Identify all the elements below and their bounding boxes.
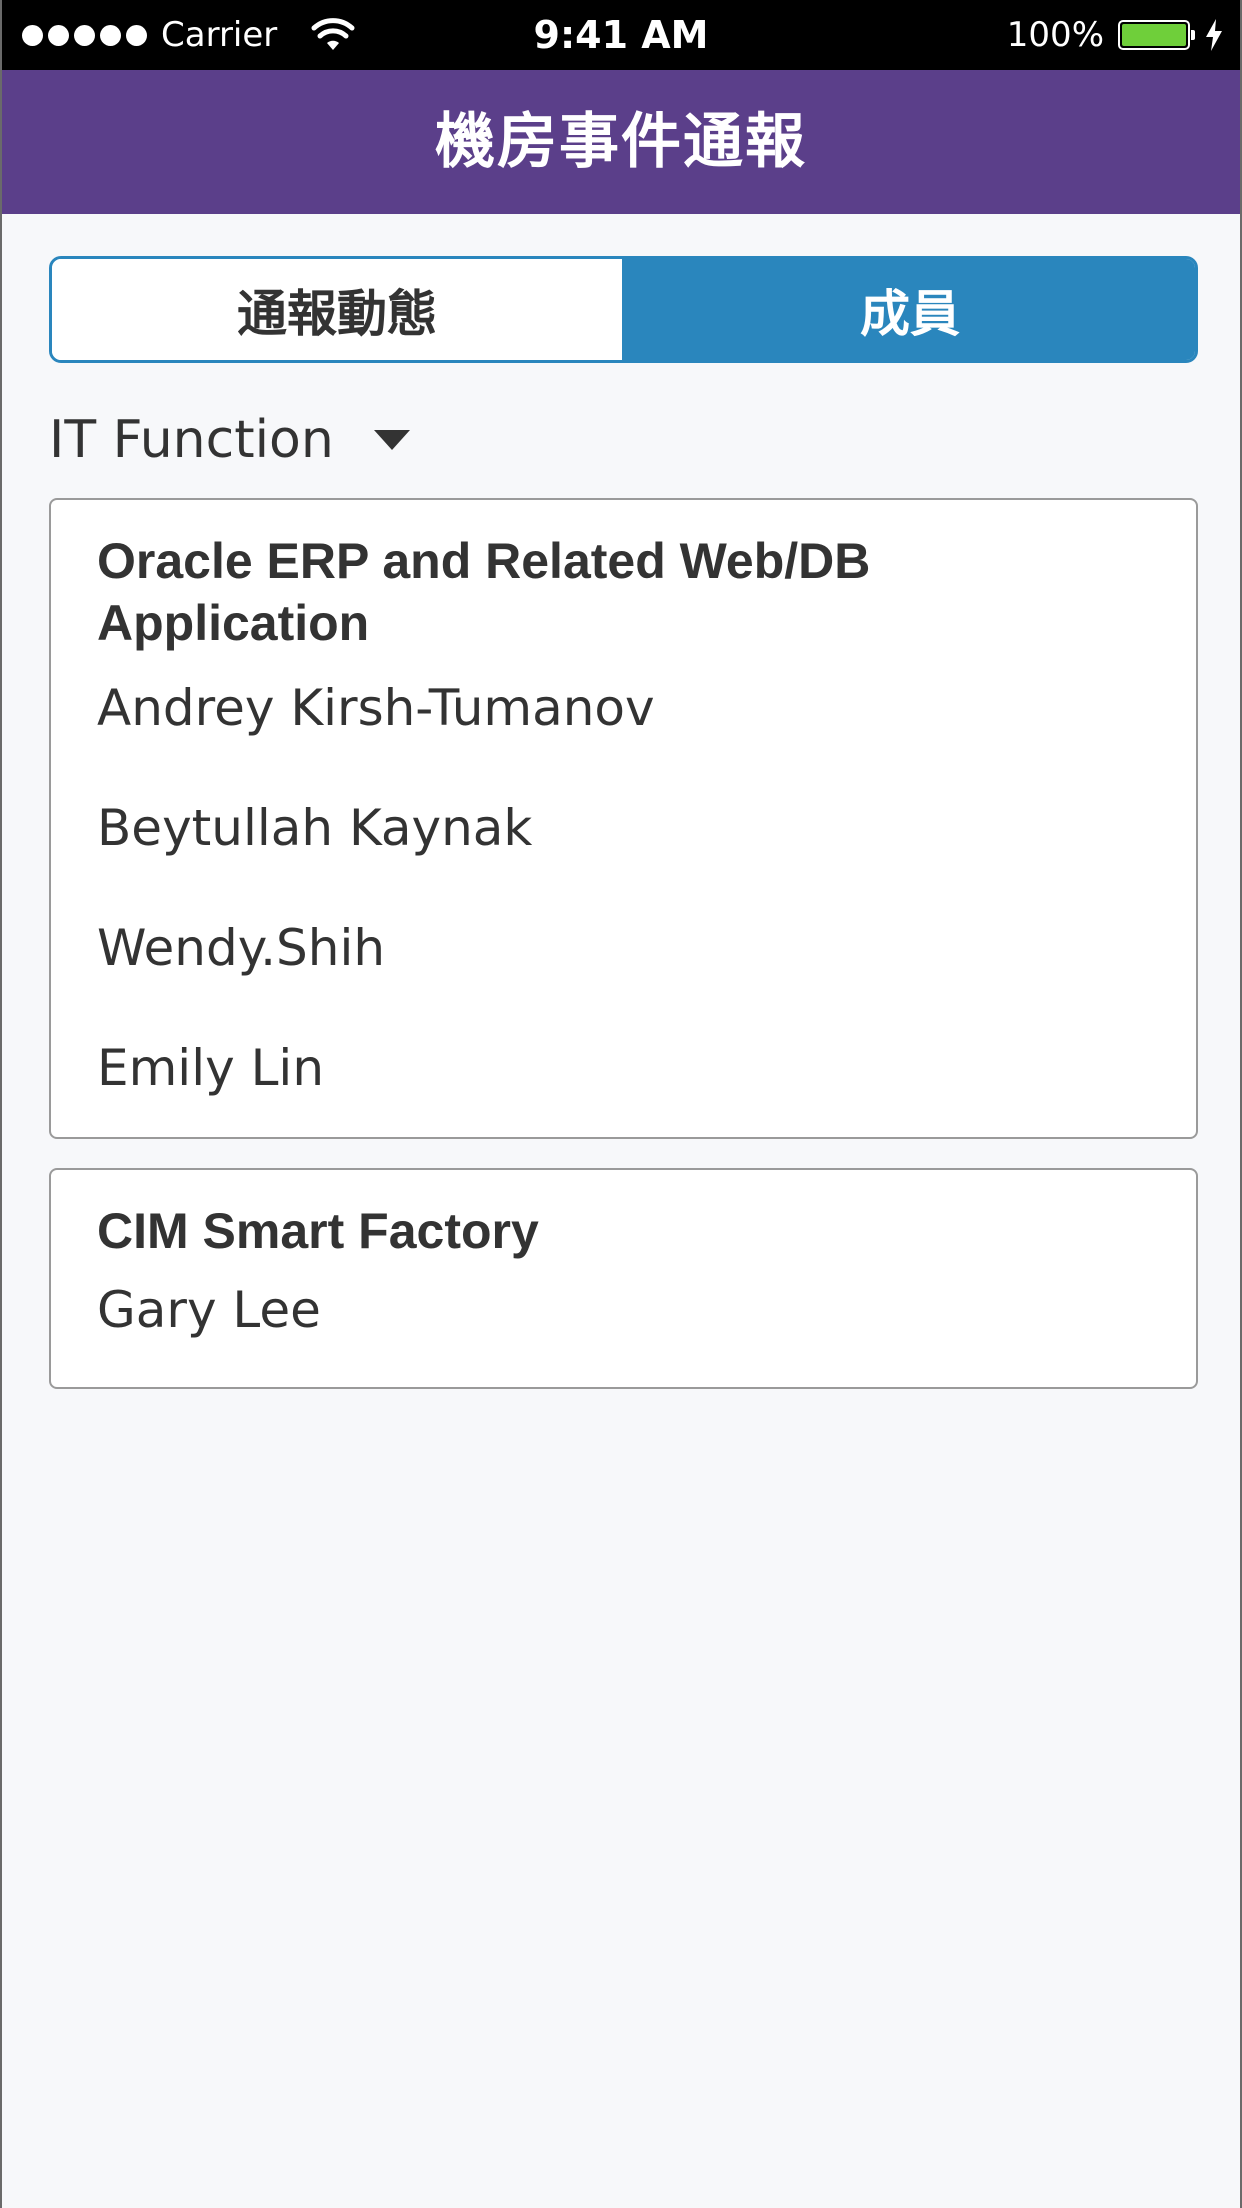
member-item[interactable]: Wendy.Shih xyxy=(97,888,1150,1008)
member-list: Andrey Kirsh-Tumanov Beytullah Kaynak We… xyxy=(97,648,1150,1128)
filter-label: IT Function xyxy=(49,410,334,470)
status-bar: Carrier 9:41 AM 100% xyxy=(2,0,1240,70)
page-title: 機房事件通報 xyxy=(435,107,807,177)
member-item[interactable]: Beytullah Kaynak xyxy=(97,768,1150,888)
caret-down-icon xyxy=(373,430,410,450)
group-title: Oracle ERP and Related Web/DB Applicatio… xyxy=(97,533,871,651)
function-filter-dropdown[interactable]: IT Function xyxy=(49,400,410,480)
member-item[interactable]: Gary Lee xyxy=(97,1250,1150,1370)
group-card: Oracle ERP and Related Web/DB Applicatio… xyxy=(49,498,1198,1139)
navigation-bar: 機房事件通報 xyxy=(2,70,1240,214)
member-item[interactable]: Emily Lin xyxy=(97,1008,1150,1128)
member-list: Gary Lee xyxy=(97,1250,1150,1370)
member-item[interactable]: Andrey Kirsh-Tumanov xyxy=(97,648,1150,768)
tab-notification-status[interactable]: 通報動態 xyxy=(52,259,625,360)
battery-percentage: 100% xyxy=(1006,15,1104,55)
charging-bolt-icon xyxy=(1206,19,1222,51)
battery-level-fill xyxy=(1122,24,1186,46)
segmented-control: 通報動態 成員 xyxy=(49,256,1198,363)
status-bar-right: 100% xyxy=(1007,0,1224,70)
battery-icon xyxy=(1118,20,1195,50)
group-card: CIM Smart Factory Gary Lee xyxy=(49,1168,1198,1389)
tab-members[interactable]: 成員 xyxy=(625,259,1195,360)
